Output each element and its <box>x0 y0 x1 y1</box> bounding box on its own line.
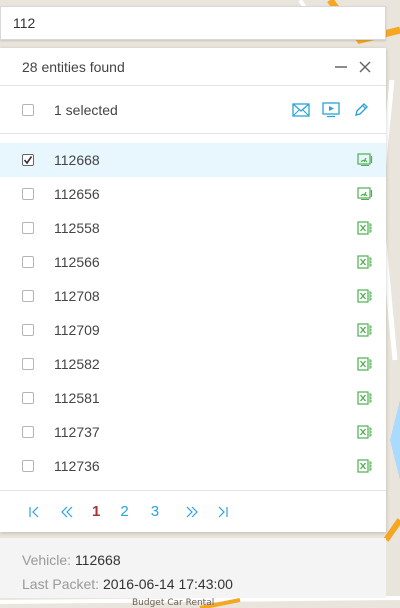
list-item-label: 112709 <box>54 322 100 338</box>
spreadsheet-icon[interactable] <box>356 287 374 305</box>
spreadsheet-icon[interactable] <box>356 457 374 475</box>
last-packet-value: 2016-06-14 17:43:00 <box>102 576 233 592</box>
first-page-button[interactable] <box>28 505 42 519</box>
spreadsheet-icon[interactable] <box>356 219 374 237</box>
list-item-label: 112582 <box>54 356 100 372</box>
search-input[interactable] <box>1 7 385 39</box>
selection-count: 1 selected <box>54 101 118 118</box>
monitor-play-icon <box>322 101 340 117</box>
vehicle-value: 112668 <box>74 552 121 568</box>
list-item-label: 112708 <box>54 288 100 304</box>
page-3[interactable]: 3 <box>151 503 159 520</box>
row-checkbox[interactable] <box>22 358 34 370</box>
edit-button[interactable] <box>350 99 372 121</box>
minimize-icon <box>335 65 347 68</box>
page-2[interactable]: 2 <box>120 503 128 520</box>
vehicle-key: Vehicle: <box>22 552 72 568</box>
list-item-label: 112581 <box>54 390 100 406</box>
spreadsheet-icon[interactable] <box>356 253 374 271</box>
list-item-label: 112656 <box>54 186 100 202</box>
double-chevron-left-icon <box>61 506 73 517</box>
results-count: 28 entities found <box>22 58 125 75</box>
list-item[interactable]: 112668 <box>0 143 386 177</box>
pagination: 1 2 3 <box>0 490 386 532</box>
row-checkbox[interactable] <box>22 256 34 268</box>
map-place-label: Budget Car Rental <box>132 598 215 608</box>
row-checkbox[interactable] <box>22 188 34 200</box>
list-item[interactable]: 112566 <box>0 245 386 279</box>
list-item[interactable]: 112582 <box>0 347 386 381</box>
row-checkbox[interactable] <box>22 222 34 234</box>
list-item-label: 112558 <box>54 220 100 236</box>
list-item-label: 112668 <box>54 152 100 168</box>
list-item-label: 112736 <box>54 458 100 474</box>
vehicle-info: Vehicle: 112668 Last Packet: 2016-06-14 … <box>0 538 386 598</box>
list-item[interactable]: 112581 <box>0 381 386 415</box>
spreadsheet-icon[interactable] <box>356 423 374 441</box>
row-checkbox[interactable] <box>22 426 34 438</box>
close-icon <box>359 60 371 73</box>
row-checkbox[interactable] <box>22 460 34 472</box>
spreadsheet-icon[interactable] <box>356 389 374 407</box>
previous-page-button[interactable] <box>60 505 74 519</box>
minimize-button[interactable] <box>332 58 350 76</box>
results-panel: 28 entities found 1 selected 112668 11265… <box>0 48 386 532</box>
play-video-button[interactable] <box>320 99 342 121</box>
last-page-button[interactable] <box>217 505 231 519</box>
list-item-label: 112737 <box>54 424 100 440</box>
row-checkbox[interactable] <box>22 154 34 166</box>
selection-toolbar: 1 selected <box>0 86 386 134</box>
list-item[interactable]: 112656 <box>0 177 386 211</box>
double-chevron-right-icon <box>186 506 198 517</box>
list-item[interactable]: 112708 <box>0 279 386 313</box>
list-item-label: 112566 <box>54 254 100 270</box>
row-checkbox[interactable] <box>22 290 34 302</box>
select-all-checkbox[interactable] <box>22 103 34 116</box>
row-checkbox[interactable] <box>22 324 34 336</box>
row-checkbox[interactable] <box>22 392 34 404</box>
pencil-icon <box>355 102 368 116</box>
search-bar[interactable] <box>0 6 386 40</box>
vehicle-line: Vehicle: 112668 <box>22 548 386 572</box>
spreadsheet-icon[interactable] <box>356 321 374 339</box>
close-button[interactable] <box>356 58 374 76</box>
list-item[interactable]: 112736 <box>0 449 386 483</box>
list-item[interactable]: 112737 <box>0 415 386 449</box>
entity-list: 112668 112656 112558 112566 112708 112709 1125… <box>0 134 386 483</box>
first-page-icon <box>29 506 39 517</box>
spreadsheet-icon[interactable] <box>356 355 374 373</box>
last-packet-key: Last Packet: <box>22 576 100 592</box>
list-item[interactable]: 112709 <box>0 313 386 347</box>
panel-header: 28 entities found <box>0 48 386 86</box>
gauge-icon[interactable] <box>356 185 374 203</box>
checkmark-icon <box>23 156 33 165</box>
send-message-button[interactable] <box>290 99 312 121</box>
last-packet-line: Last Packet: 2016-06-14 17:43:00 <box>22 572 386 596</box>
last-page-icon <box>218 506 228 517</box>
envelope-icon <box>292 102 310 117</box>
list-item[interactable]: 112558 <box>0 211 386 245</box>
next-page-button[interactable] <box>185 505 199 519</box>
gauge-icon[interactable] <box>356 151 374 169</box>
page-1[interactable]: 1 <box>92 503 100 520</box>
